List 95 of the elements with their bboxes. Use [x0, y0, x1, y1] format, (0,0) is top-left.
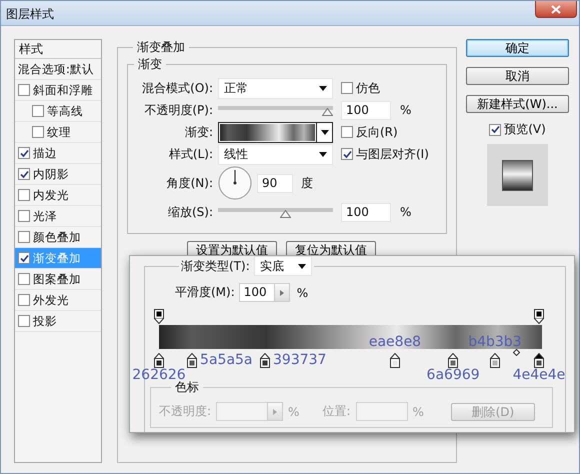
checkbox[interactable] [18, 315, 30, 327]
unit-label: % [296, 286, 308, 300]
window-title: 图层样式 [6, 6, 54, 23]
style-list-item[interactable]: 内发光 [15, 185, 101, 206]
opacity-stop-marker[interactable] [154, 309, 164, 324]
color-stop-marker[interactable] [534, 353, 544, 368]
style-list-item[interactable]: 光泽 [15, 206, 101, 227]
style-list-item[interactable]: 投影 [15, 311, 101, 332]
unit-label: % [400, 103, 412, 117]
slider-thumb[interactable] [322, 108, 332, 116]
number-field[interactable]: 100 [341, 100, 391, 120]
dropdown[interactable]: 实底 [254, 256, 312, 276]
checkbox[interactable] [18, 210, 30, 222]
checkbox-label[interactable]: 预览(V) [504, 121, 546, 138]
angle-dial[interactable] [218, 166, 252, 200]
style-list-item[interactable]: 描边 [15, 143, 101, 164]
arrow-icon [280, 290, 284, 296]
number-field[interactable]: 100 [341, 202, 391, 222]
checkbox[interactable] [18, 189, 30, 201]
caret-icon [320, 130, 328, 134]
color-stop-marker[interactable] [448, 353, 458, 368]
number-field[interactable]: 90 [257, 174, 293, 192]
color-stop-marker[interactable] [154, 353, 164, 368]
checkbox-label[interactable]: 反向(R) [356, 124, 398, 140]
field-label: 缩放(S): [166, 204, 213, 220]
stepper-button[interactable] [274, 283, 290, 302]
color-stop-marker[interactable] [260, 353, 270, 368]
color-code-note: 4e4e4e [512, 368, 566, 383]
color-code-note: b4b3b3 [468, 335, 522, 350]
close-icon [551, 4, 561, 14]
preview-swatch [502, 160, 533, 190]
group-title: 渐变叠加 [136, 39, 186, 56]
list-header: 样式 [15, 40, 101, 59]
checkbox[interactable] [341, 82, 353, 94]
field-label: 渐变类型(T): [181, 258, 250, 274]
unit-label: % [288, 404, 300, 418]
arrow-icon [273, 408, 278, 414]
style-list-item[interactable]: 斜面和浮雕 [15, 80, 101, 101]
checkbox[interactable] [18, 84, 30, 96]
field-label: 不透明度(P): [143, 102, 213, 118]
stepper-button[interactable] [267, 402, 284, 421]
style-list-item[interactable]: 内阴影 [15, 164, 101, 185]
checkbox[interactable] [18, 168, 30, 180]
field-label: 混合模式(O): [141, 80, 213, 96]
caret-icon [319, 86, 327, 90]
dropdown-arrow-button[interactable] [316, 122, 332, 142]
color-code-note: 6a6969 [426, 368, 480, 383]
color-code-note: 5a5a5a [200, 353, 253, 368]
field-label: 不透明度: [159, 403, 212, 420]
style-list-item[interactable]: 等高线 [15, 101, 101, 122]
field-label: 样式(L): [168, 146, 213, 162]
checkbox[interactable] [18, 273, 30, 285]
unit-label: % [400, 205, 412, 219]
dropdown[interactable]: 正常 [218, 78, 333, 98]
color-code-note: 393737 [273, 353, 326, 368]
group-title: 渐变 [137, 56, 163, 73]
checkbox[interactable] [341, 126, 353, 138]
checkbox[interactable] [18, 252, 30, 264]
checkbox[interactable] [18, 147, 30, 159]
caret-icon [298, 264, 306, 268]
opacity-stop-marker[interactable] [534, 309, 544, 324]
unit-label: 度 [301, 174, 313, 192]
color-stop-marker[interactable] [187, 353, 198, 368]
color-stop-marker[interactable] [490, 353, 500, 368]
style-list-item[interactable]: 图案叠加 [15, 269, 101, 290]
checkbox[interactable] [489, 124, 502, 136]
color-stop-marker[interactable] [390, 353, 400, 368]
group-title: 色标 [174, 380, 200, 396]
checkbox[interactable] [341, 148, 353, 160]
field-label: 渐变: [184, 124, 213, 140]
close-button[interactable] [535, 1, 577, 18]
number-field[interactable] [356, 402, 408, 421]
push-button[interactable]: 确定 [466, 39, 569, 57]
caret-icon [319, 152, 327, 156]
number-field[interactable]: 100 [238, 283, 274, 302]
unit-label: % [412, 404, 424, 418]
style-list-item[interactable]: 混合选项:默认 [15, 59, 101, 80]
field-label: 位置: [322, 403, 350, 420]
checkbox-label[interactable]: 仿色 [356, 80, 380, 96]
style-list-item[interactable]: 纹理 [15, 122, 101, 143]
dropdown[interactable]: 线性 [218, 144, 333, 164]
checkbox[interactable] [32, 126, 44, 138]
color-code-note: eae8e8 [368, 335, 422, 350]
field-label: 平滑度(M): [175, 284, 235, 301]
push-button[interactable]: 取消 [466, 67, 569, 85]
checkbox-label[interactable]: 与图层对齐(I) [356, 146, 429, 162]
gradient-picker[interactable] [218, 122, 333, 142]
push-button[interactable]: 新建样式(W)... [466, 95, 569, 113]
number-field[interactable] [216, 402, 268, 421]
checkbox[interactable] [18, 231, 30, 243]
slider-thumb[interactable] [280, 210, 292, 218]
style-list-item[interactable]: 外发光 [15, 290, 101, 311]
field-label: 角度(N): [166, 174, 213, 192]
checkbox[interactable] [18, 294, 30, 306]
checkbox[interactable] [32, 105, 44, 117]
